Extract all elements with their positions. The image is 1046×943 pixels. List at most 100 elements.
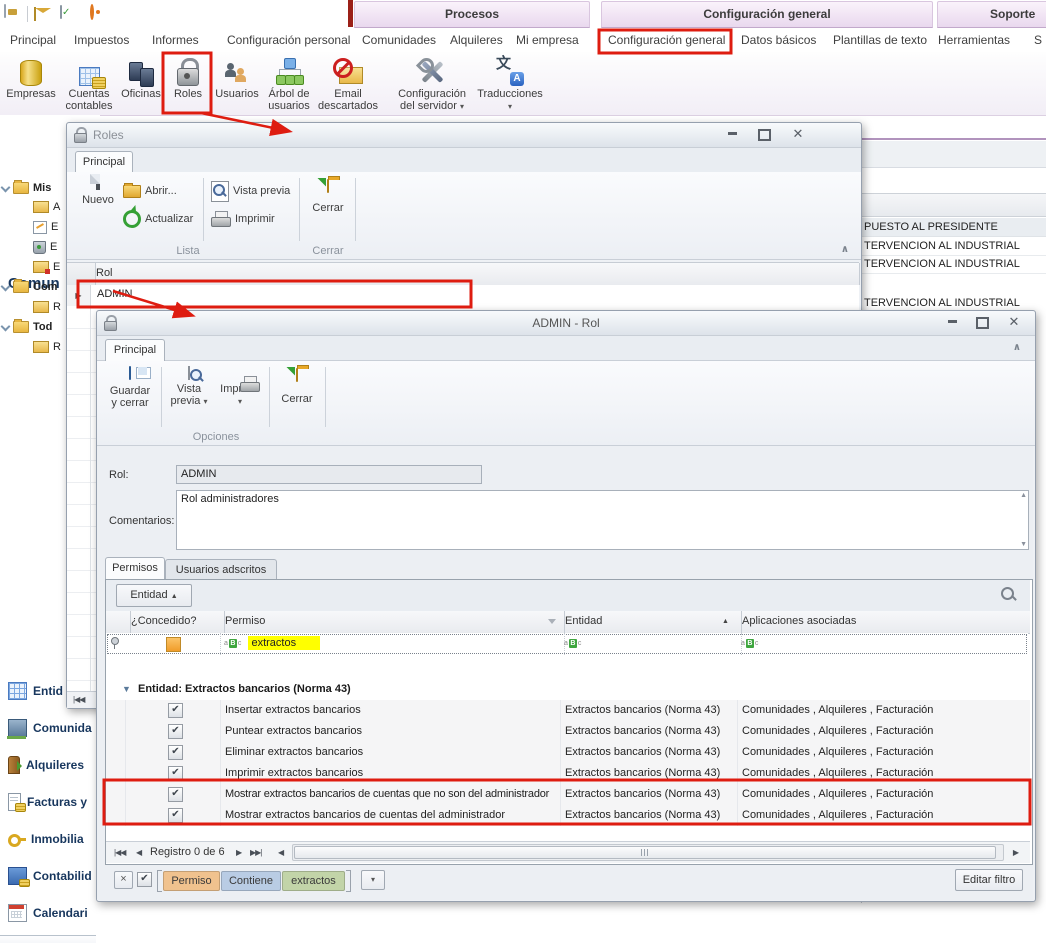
cerrar-button[interactable]: Cerrar: [305, 180, 351, 214]
checkbox-indeterminate[interactable]: [166, 637, 181, 652]
tab-plantillas-de-texto[interactable]: Plantillas de texto: [833, 31, 927, 50]
sidebar-item-inmobiliaria[interactable]: Inmobilia: [0, 824, 96, 854]
column-header-concedido[interactable]: ¿Concedido?: [126, 611, 225, 633]
checkbox-checked[interactable]: ✔: [168, 745, 183, 760]
filter-chip-operator[interactable]: Contiene: [221, 871, 281, 891]
tree-item[interactable]: A: [33, 199, 60, 217]
minimize-button[interactable]: [939, 315, 965, 331]
checkbox-checked[interactable]: ✔: [168, 808, 183, 823]
pin-icon[interactable]: [111, 637, 119, 649]
tree-item[interactable]: E: [33, 239, 57, 257]
tab-mi-empresa[interactable]: Mi empresa: [516, 31, 579, 50]
column-header-rol[interactable]: Rol: [91, 263, 860, 285]
tree-item[interactable]: R: [33, 299, 61, 317]
column-header-entidad[interactable]: Entidad: [560, 611, 742, 633]
cell-rol[interactable]: ADMIN: [97, 288, 132, 300]
cell-entidad[interactable]: Extractos bancarios (Norma 43): [560, 805, 738, 826]
cell-concedido[interactable]: ✔: [126, 700, 221, 721]
scroll-left-icon[interactable]: ◀: [278, 848, 283, 857]
minimize-button[interactable]: [719, 127, 745, 143]
traducciones-button[interactable]: 文A Traducciones▾: [474, 54, 546, 114]
editar-filtro-button[interactable]: Editar filtro: [955, 869, 1023, 891]
filter-cell-aplicaciones[interactable]: aBc: [737, 633, 1031, 655]
restore-button[interactable]: [751, 129, 777, 145]
abrir-button[interactable]: Abrir...: [123, 180, 177, 202]
tab-permisos[interactable]: Permisos: [105, 557, 165, 579]
imprimir-button[interactable]: Imprimir▾: [215, 367, 265, 408]
phone-icon[interactable]: [4, 4, 6, 18]
cell-concedido[interactable]: ✔: [126, 784, 221, 805]
cell-aplicaciones[interactable]: Comunidades , Alquileres , Facturación: [737, 700, 1030, 721]
table-row-admin[interactable]: ▶ ADMIN: [67, 285, 859, 308]
cell-entidad[interactable]: Extractos bancarios (Norma 43): [560, 700, 738, 721]
roles-titlebar[interactable]: Roles ✕: [67, 123, 861, 148]
tree-item-com[interactable]: Com: [2, 279, 57, 297]
cerrar-button[interactable]: Cerrar: [273, 369, 321, 405]
tree-item[interactable]: E: [33, 219, 58, 237]
tab-soporte[interactable]: S: [1034, 31, 1042, 50]
cuentas-contables-button[interactable]: Cuentas contables: [60, 54, 118, 114]
tab-impuestos[interactable]: Impuestos: [74, 31, 129, 50]
table-row[interactable]: ✔ Mostrar extractos bancarios de cuentas…: [106, 805, 1030, 828]
tasks-icon[interactable]: ✓: [60, 5, 62, 19]
usuarios-button[interactable]: Usuarios: [212, 54, 262, 114]
cell-permiso[interactable]: Imprimir extractos bancarios: [220, 763, 561, 784]
sidebar-item-contabilidad[interactable]: Contabilid: [0, 861, 96, 891]
tab-alquileres[interactable]: Alquileres: [450, 31, 503, 50]
actualizar-button[interactable]: Actualizar: [123, 208, 193, 230]
sidebar-item-comunidades[interactable]: Comunida: [0, 713, 96, 743]
collapse-ribbon-icon[interactable]: ∧: [1013, 342, 1021, 353]
admin-titlebar[interactable]: ADMIN - Rol ✕: [97, 311, 1035, 336]
first-record-icon[interactable]: |◀◀: [73, 695, 84, 704]
tree-item[interactable]: R: [33, 339, 61, 357]
group-by-entidad-button[interactable]: Entidad ▲: [116, 584, 192, 607]
cell-concedido[interactable]: ✔: [126, 763, 221, 784]
first-record-icon[interactable]: |◀◀: [114, 848, 125, 857]
table-row[interactable]: ✔ Insertar extractos bancarios Extractos…: [106, 700, 1030, 723]
tab-comunidades[interactable]: Comunidades: [362, 31, 436, 50]
column-header-permiso[interactable]: Permiso: [220, 611, 565, 633]
arbol-de-usuarios-button[interactable]: Árbol de usuarios: [263, 54, 315, 114]
filter-value[interactable]: extractos: [248, 636, 320, 650]
table-row[interactable]: ✔ Puntear extractos bancarios Extractos …: [106, 721, 1030, 744]
list-item[interactable]: PUESTO AL PRESIDENTE: [862, 218, 1046, 237]
scroll-up-icon[interactable]: ▲: [1020, 492, 1027, 499]
cell-entidad[interactable]: Extractos bancarios (Norma 43): [560, 742, 738, 763]
cell-permiso[interactable]: Insertar extractos bancarios: [220, 700, 561, 721]
rol-field[interactable]: ADMIN: [176, 465, 482, 484]
cell-concedido[interactable]: ✔: [126, 721, 221, 742]
cell-aplicaciones[interactable]: Comunidades , Alquileres , Facturación: [737, 763, 1030, 784]
tab-herramientas[interactable]: Herramientas: [938, 31, 1010, 50]
guardar-y-cerrar-button[interactable]: Guardary cerrar: [101, 367, 159, 409]
filter-enabled-checkbox[interactable]: ✔: [137, 872, 152, 887]
tree-item-mis[interactable]: Mis: [2, 180, 51, 198]
checkbox-checked[interactable]: ✔: [168, 724, 183, 739]
close-button[interactable]: ✕: [785, 127, 811, 143]
cell-concedido[interactable]: ✔: [126, 805, 221, 826]
cell-permiso[interactable]: Eliminar extractos bancarios: [220, 742, 561, 763]
configuracion-del-servidor-button[interactable]: Configuración del servidor ▾: [392, 54, 472, 114]
sidebar-item-comunicaciones[interactable]: Comunica: [0, 935, 96, 943]
tab-informes[interactable]: Informes: [152, 31, 199, 50]
close-button[interactable]: ✕: [1001, 315, 1027, 331]
table-row[interactable]: ✔ Imprimir extractos bancarios Extractos…: [106, 763, 1030, 786]
scroll-down-icon[interactable]: ▼: [1020, 541, 1027, 548]
chevron-down-icon[interactable]: ▼: [122, 679, 131, 700]
empresas-button[interactable]: Empresas: [4, 54, 58, 114]
roles-button[interactable]: Roles: [165, 54, 211, 114]
tab-datos-basicos[interactable]: Datos básicos: [741, 31, 816, 50]
scroll-right-icon[interactable]: ▶: [1013, 848, 1018, 857]
cell-permiso[interactable]: Mostrar extractos bancarios de cuentas q…: [220, 784, 561, 805]
cell-permiso[interactable]: Mostrar extractos bancarios de cuentas d…: [220, 805, 561, 826]
checkbox-checked[interactable]: ✔: [168, 703, 183, 718]
group-row[interactable]: ▼ Entidad: Extractos bancarios (Norma 43…: [106, 679, 1030, 700]
cell-entidad[interactable]: Extractos bancarios (Norma 43): [560, 763, 738, 784]
tab-configuracion-general[interactable]: Configuración general: [608, 31, 725, 50]
tab-principal[interactable]: Principal: [105, 339, 165, 361]
list-item[interactable]: TERVENCION AL INDUSTRIAL: [862, 255, 1046, 274]
sidebar-item-alquileres[interactable]: Alquileres: [0, 750, 96, 780]
vista-previa-button[interactable]: Vistaprevia ▾: [165, 367, 213, 408]
tab-usuarios-adscritos[interactable]: Usuarios adscritos: [165, 559, 277, 579]
search-icon[interactable]: [1000, 586, 1016, 602]
checkbox-checked[interactable]: ✔: [168, 787, 183, 802]
